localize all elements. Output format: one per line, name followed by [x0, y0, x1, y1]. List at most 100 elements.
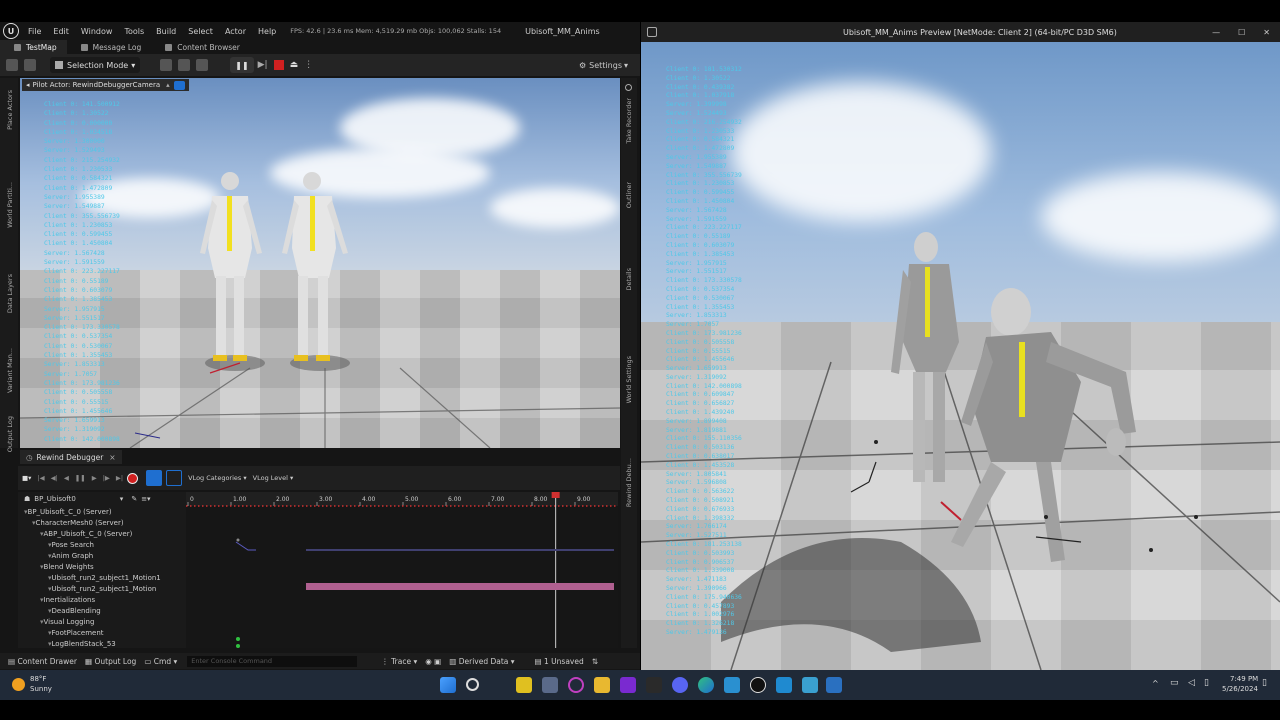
settings-button[interactable]: ⚙ Settings ▾: [579, 61, 628, 70]
track-row[interactable]: ▾ DeadBlending: [18, 605, 186, 616]
content-drawer-button[interactable]: ▤ Content Drawer: [8, 657, 77, 666]
close-window-button[interactable]: ✕: [1263, 28, 1270, 37]
track-row[interactable]: ▾ Anim Graph: [18, 550, 186, 561]
side-tab-world-settings[interactable]: World Settings: [625, 356, 633, 403]
clock-time[interactable]: 7:49 PM: [1230, 675, 1258, 683]
notepad-icon[interactable]: [724, 677, 740, 693]
follow-camera-button[interactable]: [146, 470, 163, 486]
source-control-status-icon[interactable]: ⇅: [592, 657, 598, 666]
tab-rewind-debugger[interactable]: ◷ Rewind Debugger ×: [20, 450, 122, 464]
record-button[interactable]: [127, 472, 139, 484]
unreal-editor-icon[interactable]: [750, 677, 766, 693]
file-explorer-icon[interactable]: [594, 677, 610, 693]
tray-overflow-icon[interactable]: ^: [1152, 679, 1159, 688]
unsaved-button[interactable]: ▤ 1 Unsaved: [535, 657, 584, 666]
play-reverse-icon[interactable]: ◀: [64, 474, 69, 482]
track-row[interactable]: ▾ BP_Ubisoft_C_0 (Server): [18, 506, 186, 517]
track-row[interactable]: ▾ Ubisoft_run2_subject1_Motion: [18, 583, 186, 594]
source-control-icon[interactable]: [24, 59, 36, 71]
menu-actor[interactable]: Actor: [219, 27, 252, 36]
eyedropper-icon[interactable]: ✎: [131, 495, 137, 503]
track-row[interactable]: ▾ Ubisoft_run2_subject1_Motion1: [18, 572, 186, 583]
cmd-dropdown[interactable]: ▭ Cmd ▾: [144, 657, 177, 666]
play-icon[interactable]: ▶: [92, 474, 97, 482]
weather-icon[interactable]: [12, 678, 25, 691]
trace-dropdown[interactable]: ⋮ Trace ▾: [381, 657, 417, 666]
menu-help[interactable]: Help: [252, 27, 282, 36]
next-app-icon[interactable]: [620, 677, 636, 693]
add-actor-icon[interactable]: [160, 59, 173, 71]
media-app-icon[interactable]: [568, 677, 584, 693]
skip-end-icon[interactable]: ▶|: [116, 474, 123, 482]
cube-app-icon[interactable]: [826, 677, 842, 693]
side-tab-data-layers[interactable]: Data Layers: [6, 274, 14, 313]
unreal-logo-icon[interactable]: U: [0, 22, 22, 40]
side-tab-output-log[interactable]: Output Log: [6, 416, 14, 452]
side-tab-variant-manager[interactable]: Variant Man...: [6, 348, 14, 393]
vlog-categories-dropdown[interactable]: VLog Categories ▾: [188, 474, 247, 482]
eject-icon[interactable]: ⏏: [290, 60, 299, 70]
cinematics-icon[interactable]: [196, 59, 209, 71]
battery-icon[interactable]: ▯: [1204, 678, 1209, 688]
step-forward-icon[interactable]: |▶: [103, 474, 110, 482]
search-icon[interactable]: [466, 678, 479, 691]
menu-file[interactable]: File: [22, 27, 47, 36]
menu-tools[interactable]: Tools: [118, 27, 150, 36]
actor-selector[interactable]: ☗ BP_Ubisoft0 ▾ ✎ ≡▾: [18, 492, 186, 506]
vlog-level-dropdown[interactable]: VLog Level ▾: [253, 474, 294, 482]
save-icon[interactable]: [6, 59, 18, 71]
menu-build[interactable]: Build: [150, 27, 182, 36]
output-log-button[interactable]: ▦ Output Log: [85, 657, 136, 666]
speaker-icon[interactable]: ◁: [1188, 678, 1195, 688]
console-input[interactable]: Enter Console Command: [187, 655, 358, 667]
side-tab-outliner[interactable]: Outliner: [625, 182, 633, 208]
camera-menu-icon[interactable]: ■▾: [22, 474, 31, 482]
stop-button[interactable]: [273, 60, 284, 70]
menu-select[interactable]: Select: [182, 27, 219, 36]
minimize-button[interactable]: —: [1212, 28, 1220, 37]
network-icon[interactable]: ▭: [1170, 678, 1179, 688]
track-row[interactable]: ▾ Pose Search: [18, 539, 186, 550]
edge-icon[interactable]: [698, 677, 714, 693]
side-tab-world-partition[interactable]: World Partiti...: [6, 182, 14, 228]
selection-mode-dropdown[interactable]: Selection Mode ▾: [50, 57, 141, 73]
blueprint-icon[interactable]: [178, 59, 191, 71]
track-row[interactable]: ▾ ABP_Ubisoft_C_0 (Server): [18, 528, 186, 539]
eject-camera-button[interactable]: [173, 80, 185, 90]
side-tab-place-actors[interactable]: Place Actors: [6, 90, 14, 130]
side-tab-rewind-debugger[interactable]: Rewind Debu...: [625, 458, 633, 507]
pie-sync-button[interactable]: [166, 470, 183, 486]
clock-date[interactable]: 5/26/2024: [1222, 685, 1258, 693]
skip-start-icon[interactable]: |◀: [37, 474, 44, 482]
weather-temp[interactable]: 88°F: [30, 675, 46, 683]
pause-icon[interactable]: ❚❚: [75, 474, 86, 482]
trace-options-icon[interactable]: ◉ ▣: [425, 657, 441, 666]
filter-icon[interactable]: ≡▾: [141, 495, 150, 503]
side-tab-details[interactable]: Details: [625, 268, 633, 291]
pause-button[interactable]: ❚❚: [230, 57, 254, 73]
track-row[interactable]: ▾ Inertializations: [18, 594, 186, 605]
menu-edit[interactable]: Edit: [47, 27, 75, 36]
tab-message-log[interactable]: Message Log: [67, 40, 152, 54]
track-row[interactable]: ▾ FootPlacement: [18, 627, 186, 638]
rewind-timeline[interactable]: 0 1.00 2.00 3.00 4.00 5.00 6.00 7.00 8.00 9.00: [186, 492, 618, 648]
store-app-icon[interactable]: [802, 677, 818, 693]
browser-app-icon[interactable]: [776, 677, 792, 693]
maximize-button[interactable]: ☐: [1238, 28, 1245, 37]
track-row[interactable]: ▾ Blend Weights: [18, 561, 186, 572]
discord-icon[interactable]: [672, 677, 688, 693]
sticky-notes-icon[interactable]: [516, 677, 532, 693]
epic-games-icon[interactable]: [646, 677, 662, 693]
derived-data-dropdown[interactable]: ▥ Derived Data ▾: [449, 657, 514, 666]
more-options-icon[interactable]: ⋮: [304, 60, 313, 70]
menu-window[interactable]: Window: [75, 27, 119, 36]
start-icon[interactable]: [440, 677, 456, 693]
track-row[interactable]: ▾ LogBlendStack_53: [18, 638, 186, 649]
side-tab-take-recorder[interactable]: Take Recorder: [625, 98, 633, 144]
tab-testmap[interactable]: TestMap: [0, 40, 67, 54]
close-icon[interactable]: ×: [109, 453, 115, 462]
track-row[interactable]: ▾ CharacterMesh0 (Server): [18, 517, 186, 528]
snipping-tool-icon[interactable]: [542, 677, 558, 693]
level-viewport[interactable]: ◂ Pilot Actor: RewindDebuggerCamera ▴ Cl…: [20, 78, 620, 448]
track-row[interactable]: ▾ Visual Logging: [18, 616, 186, 627]
